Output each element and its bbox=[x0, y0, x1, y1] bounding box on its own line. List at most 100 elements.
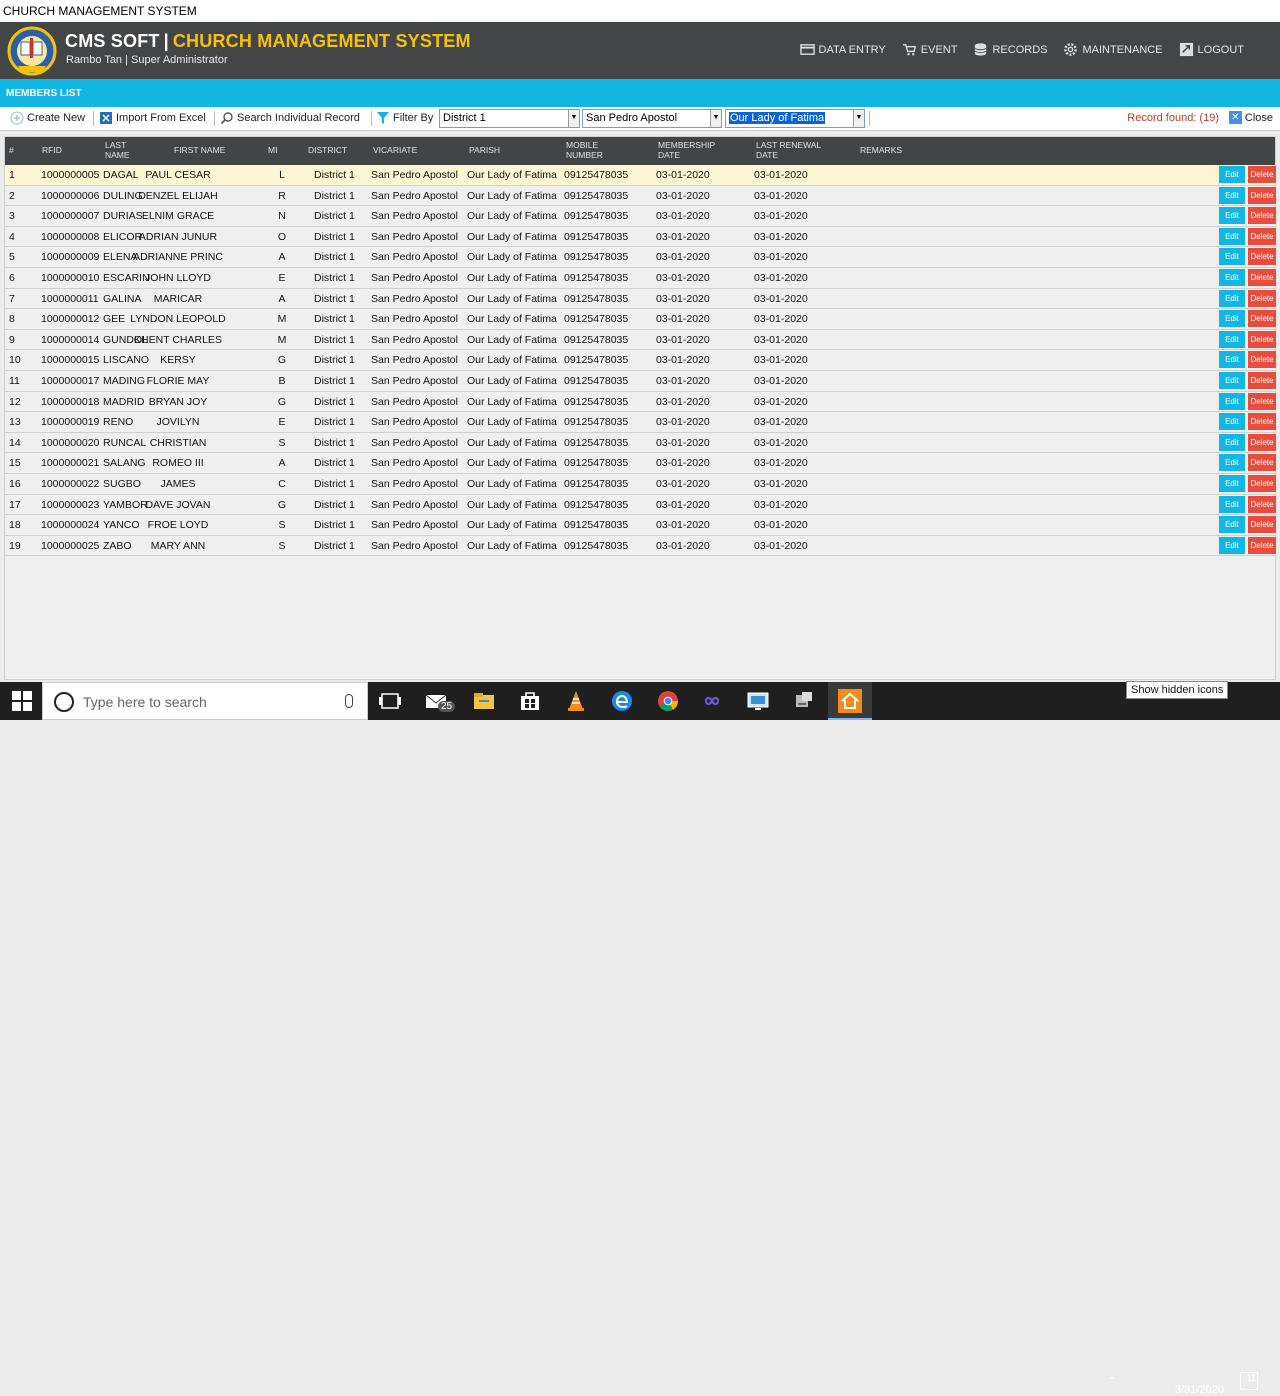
column-header[interactable]: DISTRICT bbox=[308, 137, 347, 165]
windows-start-icon[interactable] bbox=[12, 691, 32, 711]
table-row[interactable]: 16 1000000022 SUGBO JAMES C District 1 San Ped… bbox=[5, 474, 1276, 495]
nav-records[interactable]: RECORDS bbox=[973, 42, 1047, 57]
table-row[interactable]: 6 1000000010 ESCARIN JOHN LLOYD E District 1S… bbox=[5, 268, 1276, 289]
edit-button[interactable]: Edit bbox=[1219, 454, 1245, 472]
edit-button[interactable]: Edit bbox=[1219, 413, 1245, 431]
edit-button[interactable]: Edit bbox=[1219, 536, 1245, 554]
delete-button[interactable]: Delete bbox=[1248, 433, 1276, 451]
edit-button[interactable]: Edit bbox=[1219, 269, 1245, 286]
table-row[interactable]: 18 1000000024 YANCO FROE LOYD S District 1 San… bbox=[5, 515, 1276, 536]
nav-data-entry[interactable]: DATA ENTRY bbox=[799, 42, 886, 57]
edit-button[interactable]: Edit bbox=[1219, 166, 1245, 183]
delete-button[interactable]: Delete bbox=[1248, 413, 1276, 431]
table-row[interactable]: 12 1000000018 MADRID BRYAN JOY G District 1 Sa… bbox=[5, 392, 1276, 413]
edit-button[interactable]: Edit bbox=[1219, 351, 1245, 369]
remote-desktop-icon[interactable] bbox=[746, 689, 770, 713]
search-individual-button[interactable]: Search Individual Record bbox=[220, 111, 360, 125]
chrome-icon[interactable] bbox=[656, 689, 680, 713]
delete-button[interactable]: Delete bbox=[1248, 372, 1276, 389]
edit-button[interactable]: Edit bbox=[1219, 289, 1245, 307]
nav-maintenance[interactable]: MAINTENANCE bbox=[1063, 42, 1163, 57]
delete-button[interactable]: Delete bbox=[1248, 289, 1276, 307]
column-header[interactable]: # bbox=[9, 137, 14, 165]
column-header[interactable]: MEMBERSHIP DATE bbox=[658, 137, 728, 165]
delete-button[interactable]: Delete bbox=[1248, 330, 1276, 348]
file-explorer-icon[interactable] bbox=[472, 689, 496, 713]
delete-button[interactable]: Delete bbox=[1248, 227, 1276, 245]
store-icon[interactable] bbox=[518, 689, 542, 713]
column-header[interactable]: VICARIATE bbox=[373, 137, 417, 165]
column-header[interactable]: MOBILE NUMBER bbox=[566, 137, 616, 165]
close-button[interactable]: ✕ Close bbox=[1228, 111, 1273, 124]
table-row[interactable]: 7 1000000011 GALINA MARICAR A District 1 San P… bbox=[5, 289, 1276, 310]
table-row[interactable]: 9 1000000014 GUNDOL KHENT CHARLES M District … bbox=[5, 330, 1276, 351]
table-row[interactable]: 2 1000000006 DULING DENZEL ELIJAH R District … bbox=[5, 186, 1276, 207]
table-row[interactable]: 8 1000000012 GEE LYNDON LEOPOLD M District 1S… bbox=[5, 309, 1276, 330]
edit-button[interactable]: Edit bbox=[1219, 516, 1245, 534]
column-header[interactable]: MI bbox=[268, 137, 277, 165]
edge-icon[interactable] bbox=[610, 689, 634, 713]
delete-button[interactable]: Delete bbox=[1248, 351, 1276, 369]
edit-button[interactable]: Edit bbox=[1219, 372, 1245, 389]
delete-button[interactable]: Delete bbox=[1248, 269, 1276, 286]
table-row[interactable]: 1 1000000005 DAGAL PAUL CESAR L District 1 San… bbox=[5, 165, 1276, 186]
table-row[interactable]: 15 1000000021 SALANG ROMEO III A District 1 Sa… bbox=[5, 453, 1276, 474]
table-row[interactable]: 4 1000000008 ELICOR ADRIAN JUNUR O District 1… bbox=[5, 227, 1276, 248]
edit-button[interactable]: Edit bbox=[1219, 330, 1245, 348]
table-row[interactable]: 11 1000000017 MADING FLORIE MAY B District 1S… bbox=[5, 371, 1276, 392]
delete-button[interactable]: Delete bbox=[1248, 536, 1276, 554]
edit-button[interactable]: Edit bbox=[1219, 186, 1245, 204]
import-excel-button[interactable]: Import From Excel bbox=[99, 111, 206, 125]
column-header[interactable]: FIRST NAME bbox=[174, 137, 225, 165]
taskbar-search[interactable]: Type here to search bbox=[42, 682, 368, 720]
network-drive-icon[interactable] bbox=[792, 689, 816, 713]
microphone-icon[interactable] bbox=[345, 694, 353, 708]
table-row[interactable]: 14 1000000020 RUNCAL CHRISTIAN S District 1 Sa… bbox=[5, 433, 1276, 454]
table-row[interactable]: 17 1000000023 YAMBOR DAVE JOVAN G District 1S… bbox=[5, 495, 1276, 516]
create-new-button[interactable]: Create New bbox=[10, 111, 85, 125]
section-title: MEMBERS LIST bbox=[0, 79, 1280, 107]
district-select[interactable]: District 1 ▼ bbox=[439, 109, 580, 128]
edit-button[interactable]: Edit bbox=[1219, 392, 1245, 410]
table-row[interactable]: 19 1000000025 ZABO MARY ANN S District 1 San P… bbox=[5, 536, 1276, 557]
task-view-icon[interactable] bbox=[378, 689, 402, 713]
delete-button[interactable]: Delete bbox=[1248, 248, 1276, 266]
column-header[interactable]: PARISH bbox=[469, 137, 500, 165]
delete-button[interactable]: Delete bbox=[1248, 186, 1276, 204]
delete-button[interactable]: Delete bbox=[1248, 310, 1276, 328]
column-header[interactable]: RFID bbox=[42, 137, 62, 165]
vlc-icon[interactable] bbox=[564, 689, 588, 713]
vicariate-select[interactable]: San Pedro Apostol ▼ bbox=[582, 109, 722, 128]
delete-button[interactable]: Delete bbox=[1248, 454, 1276, 472]
edit-button[interactable]: Edit bbox=[1219, 248, 1245, 266]
delete-button[interactable]: Delete bbox=[1248, 166, 1276, 183]
table-row[interactable]: 13 1000000019 RENO JOVILYN E District 1 San Pe… bbox=[5, 412, 1276, 433]
edit-button[interactable]: Edit bbox=[1219, 207, 1245, 225]
notification-icon[interactable]: 11 bbox=[1240, 1372, 1258, 1390]
chevron-up-icon[interactable]: ⌃ bbox=[1107, 1374, 1117, 1388]
table-row[interactable]: 5 1000000009 ELENA ADRIANNE PRINC A District … bbox=[5, 247, 1276, 268]
edit-button[interactable]: Edit bbox=[1219, 475, 1245, 492]
table-row[interactable]: 3 1000000007 DURIAS ELNIM GRACE N District 1S… bbox=[5, 206, 1276, 227]
edit-button[interactable]: Edit bbox=[1219, 495, 1245, 513]
nav-logout[interactable]: LOGOUT bbox=[1179, 42, 1244, 57]
parish-select[interactable]: Our Lady of Fatima ▼ bbox=[725, 109, 865, 128]
delete-button[interactable]: Delete bbox=[1248, 392, 1276, 410]
column-header[interactable]: LAST RENEWAL DATE bbox=[756, 137, 832, 165]
edit-button[interactable]: Edit bbox=[1219, 433, 1245, 451]
delete-button[interactable]: Delete bbox=[1248, 516, 1276, 534]
table-row[interactable]: 10 1000000015 LISCANO KERSY G District 1 San P… bbox=[5, 350, 1276, 371]
mail-app[interactable]: 25 bbox=[424, 689, 458, 717]
infinity-app-icon[interactable] bbox=[700, 689, 724, 713]
data-entry-icon bbox=[799, 44, 815, 55]
delete-button[interactable]: Delete bbox=[1248, 207, 1276, 225]
delete-button[interactable]: Delete bbox=[1248, 495, 1276, 513]
delete-button[interactable]: Delete bbox=[1248, 475, 1276, 492]
cms-app-taskbar-button[interactable] bbox=[828, 682, 872, 720]
column-header[interactable]: REMARKS bbox=[860, 137, 902, 165]
edit-button[interactable]: Edit bbox=[1219, 227, 1245, 245]
nav-event[interactable]: EVENT bbox=[902, 42, 957, 57]
taskbar-clock[interactable]: 3/31/2020 bbox=[1175, 1384, 1224, 1396]
column-header[interactable]: LAST NAME bbox=[105, 137, 145, 165]
edit-button[interactable]: Edit bbox=[1219, 310, 1245, 328]
